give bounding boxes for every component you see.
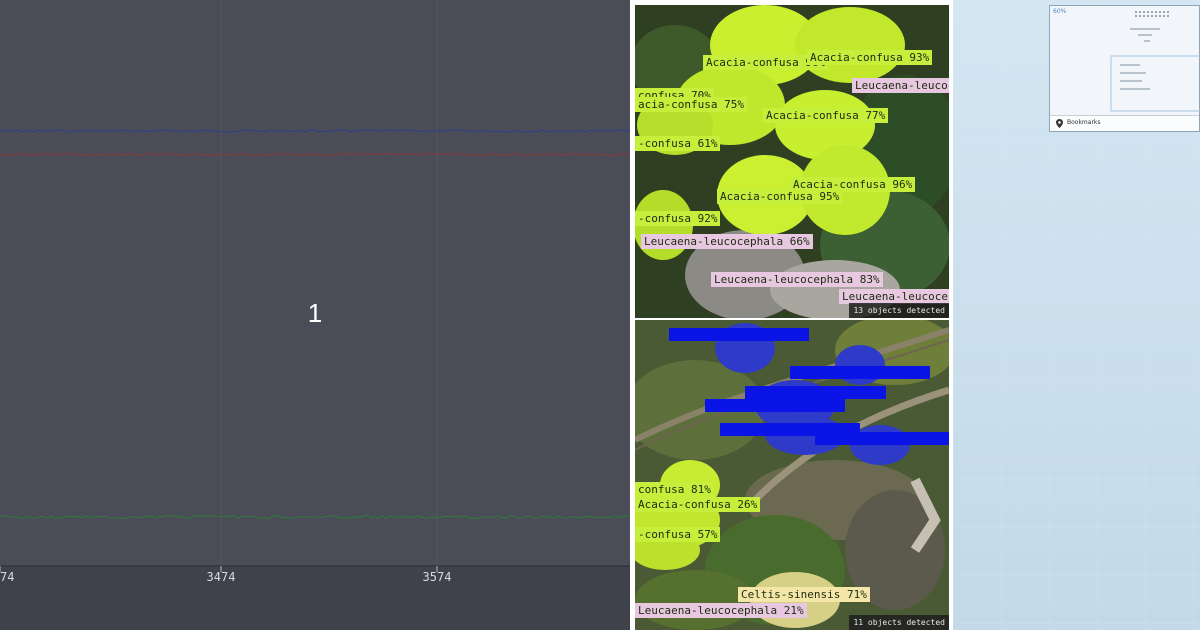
detection-label: confusa 81% xyxy=(635,482,714,497)
redaction-bar xyxy=(745,386,886,399)
red-series-line xyxy=(0,152,630,157)
redaction-bar xyxy=(669,328,809,341)
x-axis-area xyxy=(0,566,630,630)
detection-image-bottom: confusa 81% Acacia-confusa 26% -confusa … xyxy=(635,320,949,630)
x-tick-label: 3574 xyxy=(423,570,452,584)
detection-label: Acacia-confusa 93% xyxy=(807,50,933,65)
redaction-bar xyxy=(815,432,949,445)
green-series-line xyxy=(0,514,630,520)
x-tick-label: 3374 xyxy=(0,570,14,584)
detection-label: Leucaena-leucocephala 21% xyxy=(635,603,807,618)
detection-label: -confusa 61% xyxy=(635,136,721,151)
detection-label: Acacia-confusa 77% xyxy=(763,108,889,123)
detection-label: Leucaena-leucocephala 83% xyxy=(711,272,883,287)
detection-label: Leucaena-leucoceph xyxy=(839,289,949,304)
blue-series-line xyxy=(0,129,630,133)
overlay-number: 1 xyxy=(307,298,323,328)
plot-panel: 3374 3474 3574 1 xyxy=(0,0,630,630)
objects-detected-badge: 11 objects detected xyxy=(849,615,949,630)
bookmarks-bar[interactable]: Bookmarks xyxy=(1050,115,1199,131)
desktop-background: 60% Bookmarks xyxy=(953,0,1200,630)
x-tick-label: 3474 xyxy=(207,570,236,584)
detection-label: Celtis-sinensis 71% xyxy=(738,587,870,602)
redaction-bar xyxy=(790,366,930,379)
detection-label: Leucaena-leucoc xyxy=(852,78,949,93)
detection-panel: Acacia-confusa 96% Acacia-confusa 93% Le… xyxy=(630,0,953,630)
detection-label: Leucaena-leucocephala 66% xyxy=(641,234,813,249)
objects-detected-badge: 13 objects detected xyxy=(849,303,949,318)
detection-image-top: Acacia-confusa 96% Acacia-confusa 93% Le… xyxy=(635,5,949,318)
page-preview xyxy=(1110,11,1200,112)
detection-label: -confusa 92% xyxy=(635,211,721,226)
bookmarks-label: Bookmarks xyxy=(1067,119,1101,126)
detection-label: -confusa 57% xyxy=(635,527,721,542)
redaction-bar xyxy=(705,399,845,412)
detection-label: acia-confusa 75% xyxy=(635,97,747,112)
detection-label: Acacia-confusa 95% xyxy=(717,189,843,204)
location-pin-icon xyxy=(1056,119,1063,128)
detection-label: Acacia-confusa 26% xyxy=(635,497,761,512)
browser-window-thumbnail[interactable]: 60% Bookmarks xyxy=(1049,5,1200,132)
